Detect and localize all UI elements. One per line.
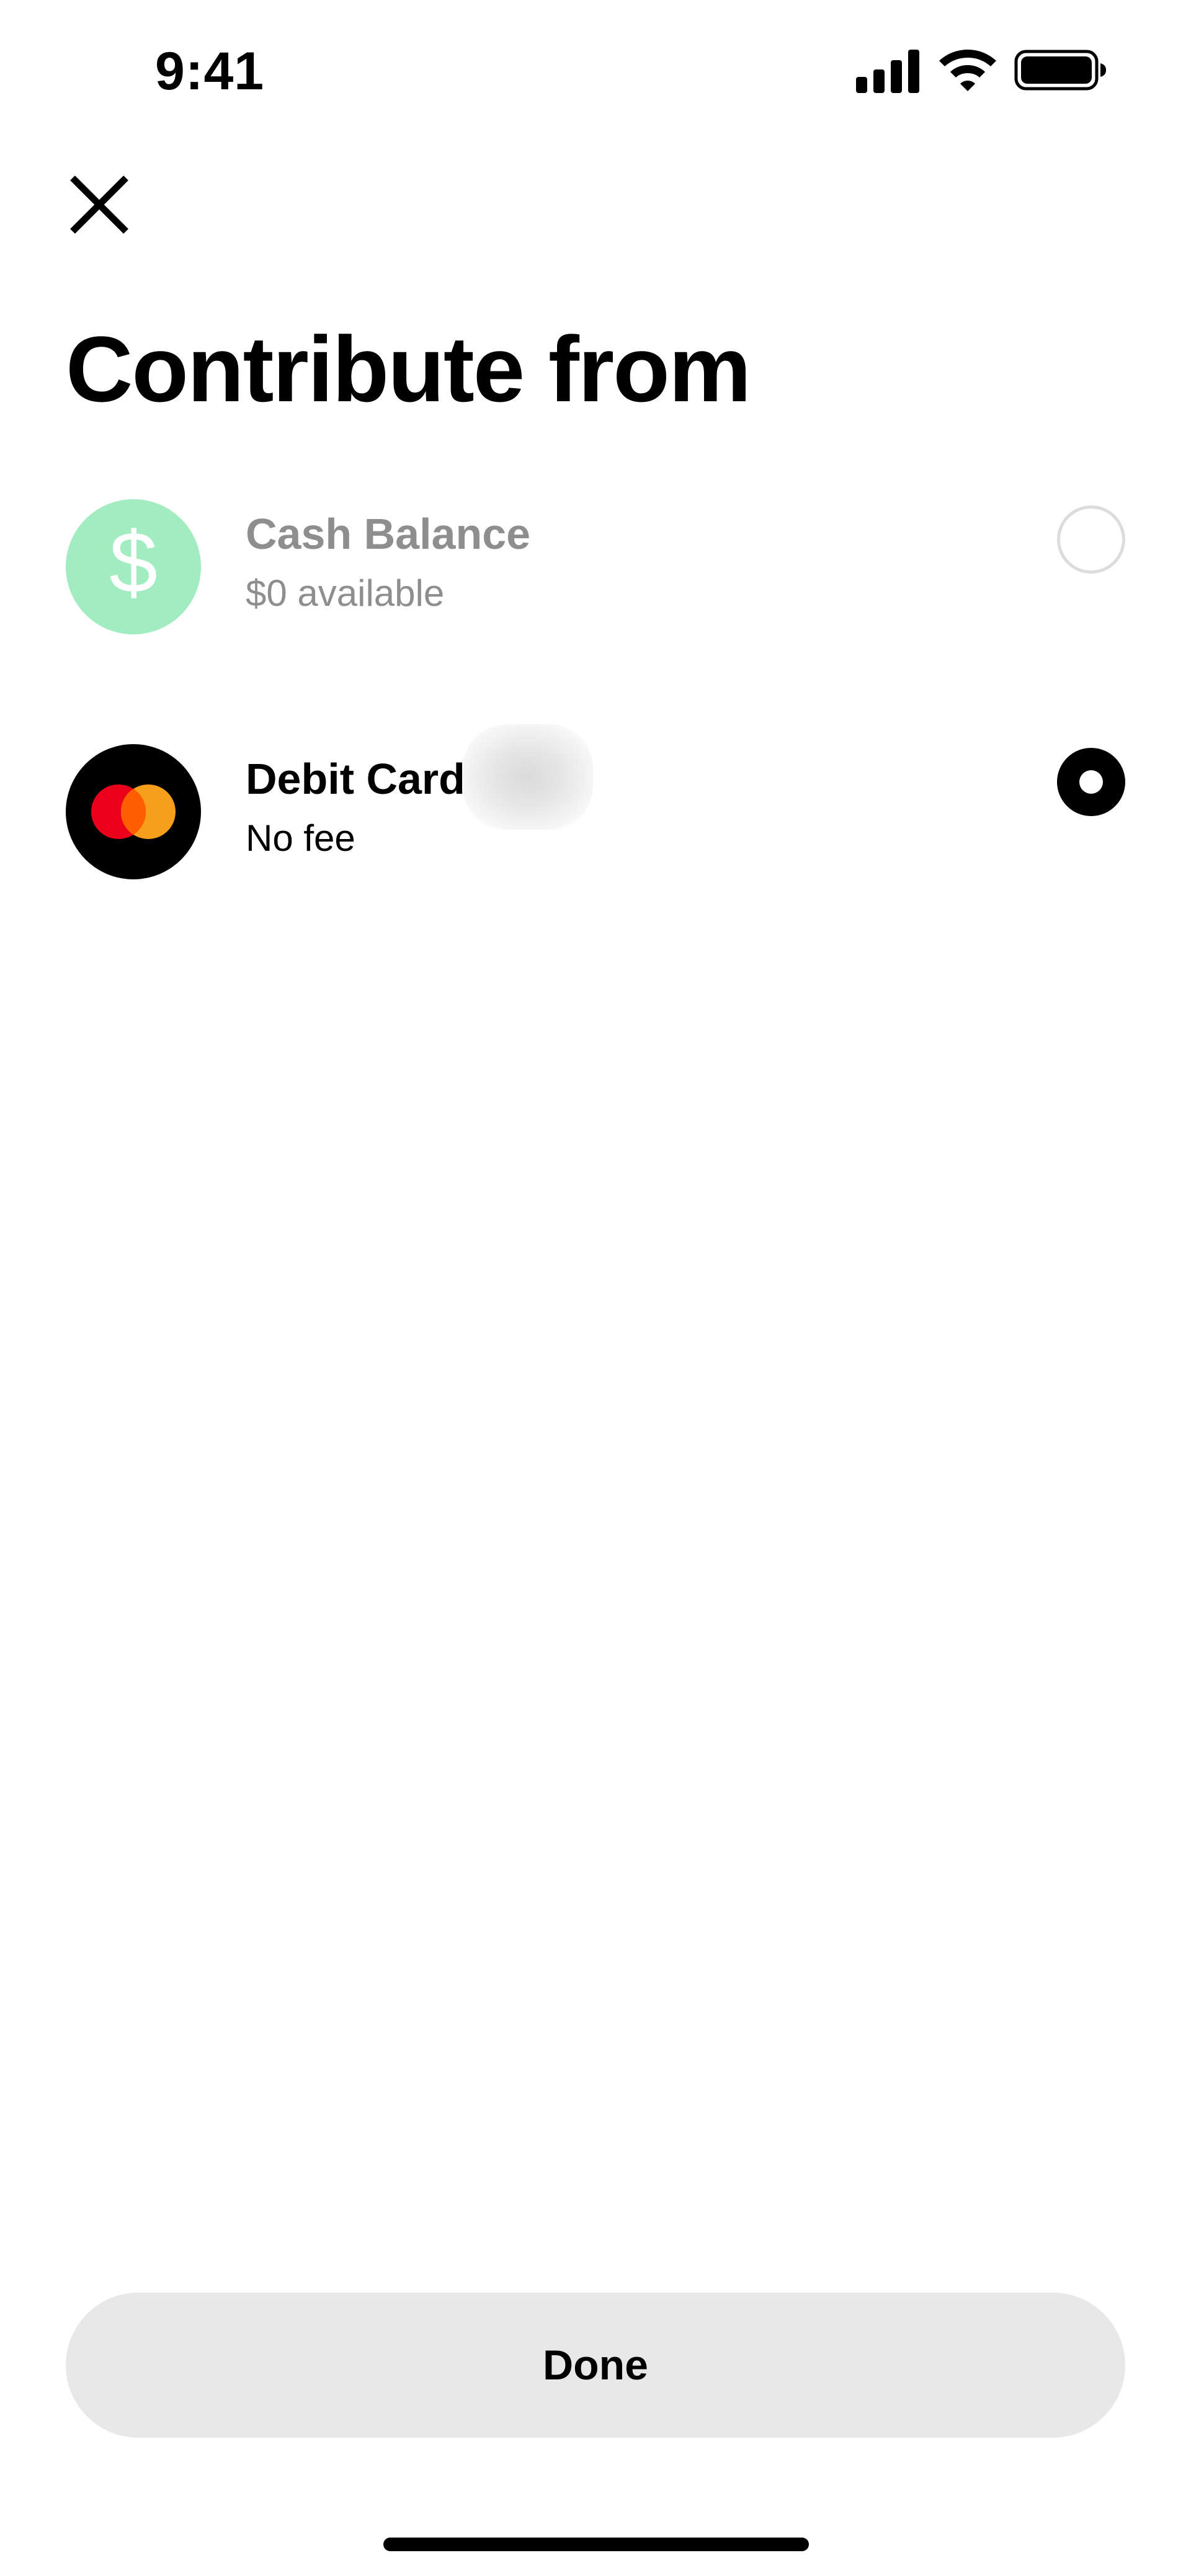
- option-debit-card[interactable]: Debit Card No fee: [66, 724, 1125, 887]
- cellular-signal-icon: [856, 50, 919, 93]
- radio-dot: [1079, 770, 1103, 794]
- option-title: Debit Card: [246, 755, 465, 803]
- debit-card-avatar: [66, 744, 201, 879]
- option-title: Cash Balance: [246, 510, 531, 558]
- close-icon[interactable]: [65, 171, 133, 239]
- status-time: 9:41: [155, 42, 265, 101]
- option-subtitle: No fee: [246, 817, 355, 859]
- redacted-card-number: [463, 724, 593, 830]
- radio-selected[interactable]: [1057, 748, 1125, 816]
- done-button-label: Done: [543, 2342, 648, 2389]
- page-title: Contribute from: [66, 317, 751, 421]
- option-subtitle: $0 available: [246, 572, 445, 614]
- battery-icon: [1014, 50, 1106, 91]
- dollar-sign-icon: $: [109, 513, 158, 611]
- radio-unselected[interactable]: [1057, 505, 1125, 574]
- wifi-icon: [939, 50, 996, 91]
- svg-text:$: $: [109, 513, 158, 611]
- done-button[interactable]: Done: [66, 2293, 1125, 2438]
- home-indicator[interactable]: [383, 2538, 809, 2551]
- cash-balance-avatar: $: [66, 499, 201, 634]
- option-cash-balance[interactable]: $ Cash Balance $0 available: [66, 499, 1125, 642]
- mastercard-icon: [91, 784, 176, 839]
